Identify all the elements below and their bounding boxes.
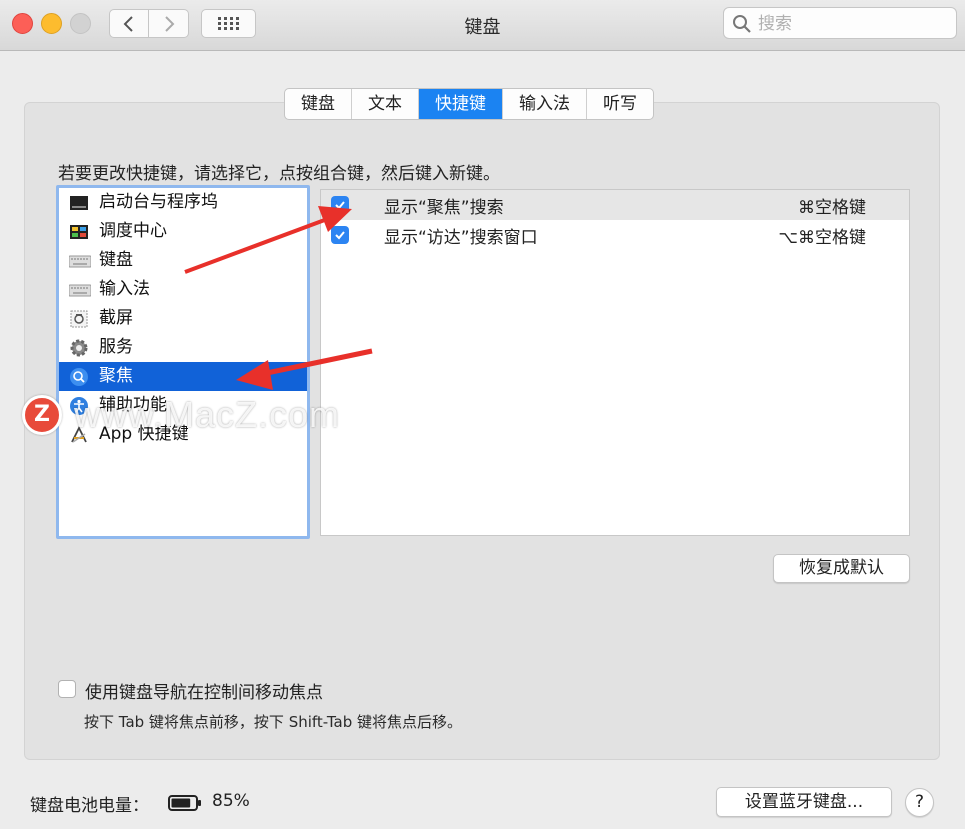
search-input[interactable] <box>756 12 950 36</box>
shortcut-row[interactable]: 显示“访达”搜索窗口 ⌥⌘空格键 <box>321 220 909 250</box>
gear-icon <box>69 338 89 358</box>
shortcut-key[interactable]: ⌥⌘空格键 <box>778 223 866 248</box>
shortcut-label: 显示“聚焦”搜索 <box>384 198 504 218</box>
category-accessibility[interactable]: 辅助功能 <box>59 391 307 420</box>
shortcut-table: 显示“聚焦”搜索 ⌘空格键 显示“访达”搜索窗口 ⌥⌘空格键 <box>320 189 910 536</box>
shortcut-category-list[interactable]: 启动台与程序坞 调度中心 键盘 输入法 截屏 服务 聚焦 辅助功能 App 快捷… <box>56 185 310 539</box>
category-label: 键盘 <box>99 250 133 270</box>
keyboard-navigation-label: 使用键盘导航在控制间移动焦点 <box>85 683 323 703</box>
dock-icon <box>69 193 89 213</box>
restore-defaults-button[interactable]: 恢复成默认 <box>773 554 910 583</box>
shortcut-key[interactable]: ⌘空格键 <box>798 193 866 218</box>
keyboard-navigation-hint: 按下 Tab 键将焦点前移，按下 Shift-Tab 键将焦点后移。 <box>84 713 462 731</box>
category-screenshots[interactable]: 截屏 <box>59 304 307 333</box>
category-label: 辅助功能 <box>99 395 167 415</box>
tab-dictation[interactable]: 听写 <box>587 89 653 119</box>
mission-control-icon <box>69 222 89 242</box>
battery-label: 键盘电池电量： <box>30 796 149 816</box>
category-label: 调度中心 <box>99 221 167 241</box>
category-label: 聚焦 <box>99 366 133 386</box>
category-label: 输入法 <box>99 279 150 299</box>
category-label: 服务 <box>99 337 133 357</box>
keyboard-icon <box>68 251 92 271</box>
tab-shortcuts[interactable]: 快捷键 <box>419 89 503 119</box>
shortcut-checkbox[interactable] <box>331 226 349 244</box>
shortcut-checkbox[interactable] <box>331 196 349 214</box>
tab-text[interactable]: 文本 <box>352 89 419 119</box>
setup-bluetooth-keyboard-button[interactable]: 设置蓝牙键盘... <box>716 787 892 817</box>
search-icon <box>733 15 751 33</box>
category-mission-control[interactable]: 调度中心 <box>59 217 307 246</box>
tab-keyboard[interactable]: 键盘 <box>285 89 352 119</box>
accessibility-icon <box>69 396 89 416</box>
screenshot-icon <box>69 309 89 329</box>
category-label: App 快捷键 <box>99 424 189 444</box>
battery-icon <box>168 795 201 811</box>
shortcut-label: 显示“访达”搜索窗口 <box>384 228 538 248</box>
category-app-shortcuts[interactable]: App 快捷键 <box>59 420 307 449</box>
spotlight-icon <box>69 367 89 387</box>
category-label: 启动台与程序坞 <box>99 192 218 212</box>
category-services[interactable]: 服务 <box>59 333 307 362</box>
help-button[interactable]: ? <box>905 788 934 817</box>
shortcut-row[interactable]: 显示“聚焦”搜索 ⌘空格键 <box>321 190 909 220</box>
keyboard-icon <box>68 280 92 300</box>
app-store-icon <box>69 425 89 445</box>
category-label: 截屏 <box>99 308 133 328</box>
tab-input-sources[interactable]: 输入法 <box>503 89 587 119</box>
title-bar: 键盘 <box>0 0 965 51</box>
category-input-sources[interactable]: 输入法 <box>59 275 307 304</box>
category-launchpad-dock[interactable]: 启动台与程序坞 <box>59 188 307 217</box>
checkmark-icon <box>335 231 345 240</box>
search-field[interactable] <box>723 7 957 39</box>
tab-bar: 键盘 文本 快捷键 输入法 听写 <box>284 88 654 120</box>
battery-percent: 85% <box>212 791 250 811</box>
checkmark-icon <box>335 201 345 210</box>
category-keyboard[interactable]: 键盘 <box>59 246 307 275</box>
keyboard-navigation-checkbox[interactable] <box>58 680 76 698</box>
category-spotlight[interactable]: 聚焦 <box>59 362 307 391</box>
instruction-text: 若要更改快捷键，请选择它，点按组合键，然后键入新键。 <box>58 164 500 184</box>
